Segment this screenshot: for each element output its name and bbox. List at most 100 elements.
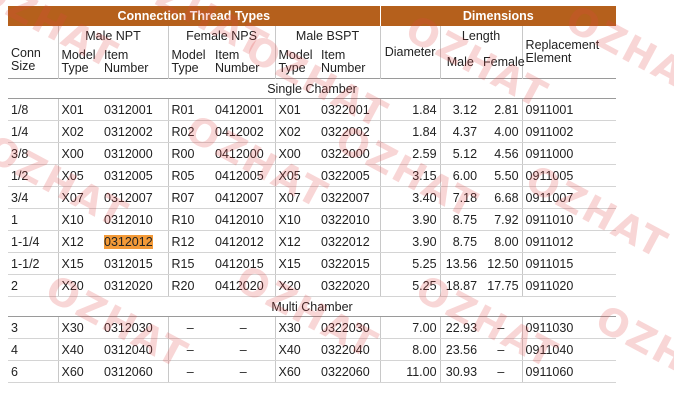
length-female-cell: 6.68 <box>480 186 523 209</box>
bspt-model-cell: X12 <box>275 230 318 253</box>
spec-table: Connection Thread Types Dimensions Conn … <box>8 6 617 383</box>
conn-size-cell: 6 <box>8 360 59 383</box>
bspt-item-header: Item Number <box>318 46 381 79</box>
nps-model-cell: R15 <box>168 252 212 275</box>
length-male-cell: 22.93 <box>440 316 481 339</box>
npt-model-cell: X00 <box>58 142 101 165</box>
replacement-label: Replacement <box>525 38 600 52</box>
table-row: 1/2 X05 0312005 R05 0412005 X05 0322005 3.15 6.0… <box>8 164 617 187</box>
length-female-cell: 12.50 <box>480 252 523 275</box>
replacement-cell: 0911040 <box>522 338 617 361</box>
length-female-cell: 5.50 <box>480 164 523 187</box>
nps-item-cell: 0412015 <box>212 252 276 275</box>
bspt-model-cell: X01 <box>275 98 318 121</box>
diameter-cell: 3.15 <box>380 164 441 187</box>
npt-model-cell: X30 <box>58 316 101 339</box>
bspt-item-cell: 0322001 <box>318 98 381 121</box>
replacement-cell: 0911030 <box>522 316 617 339</box>
single-chamber-body: 1/8 X01 0312001 R01 0412001 X01 0322001 1.84 3.1… <box>8 98 617 297</box>
replacement-cell: 0911002 <box>522 120 617 143</box>
npt-model-cell: X01 <box>58 98 101 121</box>
npt-item-cell: 0312000 <box>101 142 169 165</box>
npt-item-cell: 0312005 <box>101 164 169 187</box>
nps-model-cell: R12 <box>168 230 212 253</box>
npt-model-cell: X20 <box>58 274 101 297</box>
table-row: 3 X30 0312030– – X30 0322030 7.00 22.93–0911030 <box>8 316 617 339</box>
npt-item-cell: 0312002 <box>101 120 169 143</box>
diameter-cell: 5.25 <box>380 252 441 275</box>
bspt-model-cell: X60 <box>275 360 318 383</box>
conn-size-cell: 1/2 <box>8 164 59 187</box>
replacement-cell: 0911020 <box>522 274 617 297</box>
conn-size-cell: 2 <box>8 274 59 297</box>
nps-model-header: Model Type <box>171 48 206 75</box>
nps-model-cell: R02 <box>168 120 212 143</box>
npt-item-cell: 0312015 <box>101 252 169 275</box>
npt-item-cell: 0312060 <box>101 360 169 383</box>
diameter-cell: 11.00 <box>380 360 441 383</box>
dimensions-header: Dimensions <box>380 6 617 26</box>
conn-size-cell: 3/4 <box>8 186 59 209</box>
single-chamber-row: Single Chamber <box>8 78 617 99</box>
multi-chamber-row: Multi Chamber <box>8 296 617 317</box>
length-male-cell: 5.12 <box>440 142 481 165</box>
length-male-cell: 8.75 <box>440 230 481 253</box>
multi-chamber-body: 3 X30 0312030– – X30 0322030 7.00 22.93–0911030… <box>8 316 617 383</box>
conn-size-cell: 1-1/4 <box>8 230 59 253</box>
diameter-cell: 5.25 <box>380 274 441 297</box>
bspt-model-cell: X15 <box>275 252 318 275</box>
npt-model-cell: X12 <box>58 230 101 253</box>
table-row: 4 X40 0312040– – X40 0322040 8.00 23.56–0911040 <box>8 338 617 361</box>
bspt-model-cell: X20 <box>275 274 318 297</box>
length-male-header: Male <box>446 54 474 69</box>
bspt-item-cell: 0322007 <box>318 186 381 209</box>
nps-item-header: Item Number <box>212 46 276 79</box>
replacement-cell: 0911007 <box>522 186 617 209</box>
npt-model-header: Model Type <box>61 48 96 75</box>
table-row: 1/4 X02 0312002 R02 0412002 X02 0322002 1.84 4.3… <box>8 120 617 143</box>
bspt-item-cell: 0322060 <box>318 360 381 383</box>
npt-item-cell: 0312012 <box>101 230 169 253</box>
npt-model-cell: X05 <box>58 164 101 187</box>
diameter-cell: 7.00 <box>380 316 441 339</box>
replacement-header: Replacement Element <box>522 26 616 79</box>
diameter-cell: 8.00 <box>380 338 441 361</box>
npt-model-cell: X02 <box>58 120 101 143</box>
male-npt-header: Male NPT <box>58 26 169 46</box>
nps-model-cell: R05 <box>168 164 212 187</box>
length-male-cell: 18.87 <box>440 274 481 297</box>
bspt-model-header: Model Type <box>278 48 313 75</box>
npt-model-cell: X15 <box>58 252 101 275</box>
group-row: Conn Size Male NPT Female NPS Male BSPT … <box>8 26 616 79</box>
diameter-cell: 1.84 <box>380 98 441 121</box>
size-label: Size <box>11 59 36 73</box>
nps-item-cell: 0412012 <box>212 230 276 253</box>
bspt-model-cell: X40 <box>275 338 318 361</box>
diameter-header: Diameter <box>380 26 441 79</box>
nps-item-cell: 0412010 <box>212 208 276 231</box>
npt-item-cell: 0312001 <box>101 98 169 121</box>
replacement-cell: 0911012 <box>522 230 617 253</box>
diameter-cell: 3.90 <box>380 230 441 253</box>
diameter-cell: 1.84 <box>380 120 441 143</box>
conn-label: Conn <box>11 46 41 60</box>
nps-item-cell: 0412000 <box>212 142 276 165</box>
male-bspt-header: Male BSPT <box>275 26 381 46</box>
length-male-cell: 23.56 <box>440 338 481 361</box>
replacement-cell: 0911005 <box>522 164 617 187</box>
nps-item-cell: 0412020 <box>212 274 276 297</box>
nps-model-cell: R20 <box>168 274 212 297</box>
length-female-cell: 17.75 <box>480 274 523 297</box>
bspt-item-cell: 0322012 <box>318 230 381 253</box>
conn-size-header: Conn Size <box>8 26 59 79</box>
conn-size-cell: 1/8 <box>8 98 59 121</box>
length-female-cell: 2.81 <box>480 98 523 121</box>
bspt-item-cell: 0322020 <box>318 274 381 297</box>
bspt-model-cell: X30 <box>275 316 318 339</box>
table-row: 1-1/2 X15 0312015 R15 0412015 X15 0322015 5.25 1… <box>8 252 617 275</box>
replacement-cell: 0911000 <box>522 142 617 165</box>
conn-size-cell: 4 <box>8 338 59 361</box>
length-female-cell: 4.00 <box>480 120 523 143</box>
length-male-cell: 7.18 <box>440 186 481 209</box>
bspt-item-cell: 0322000 <box>318 142 381 165</box>
